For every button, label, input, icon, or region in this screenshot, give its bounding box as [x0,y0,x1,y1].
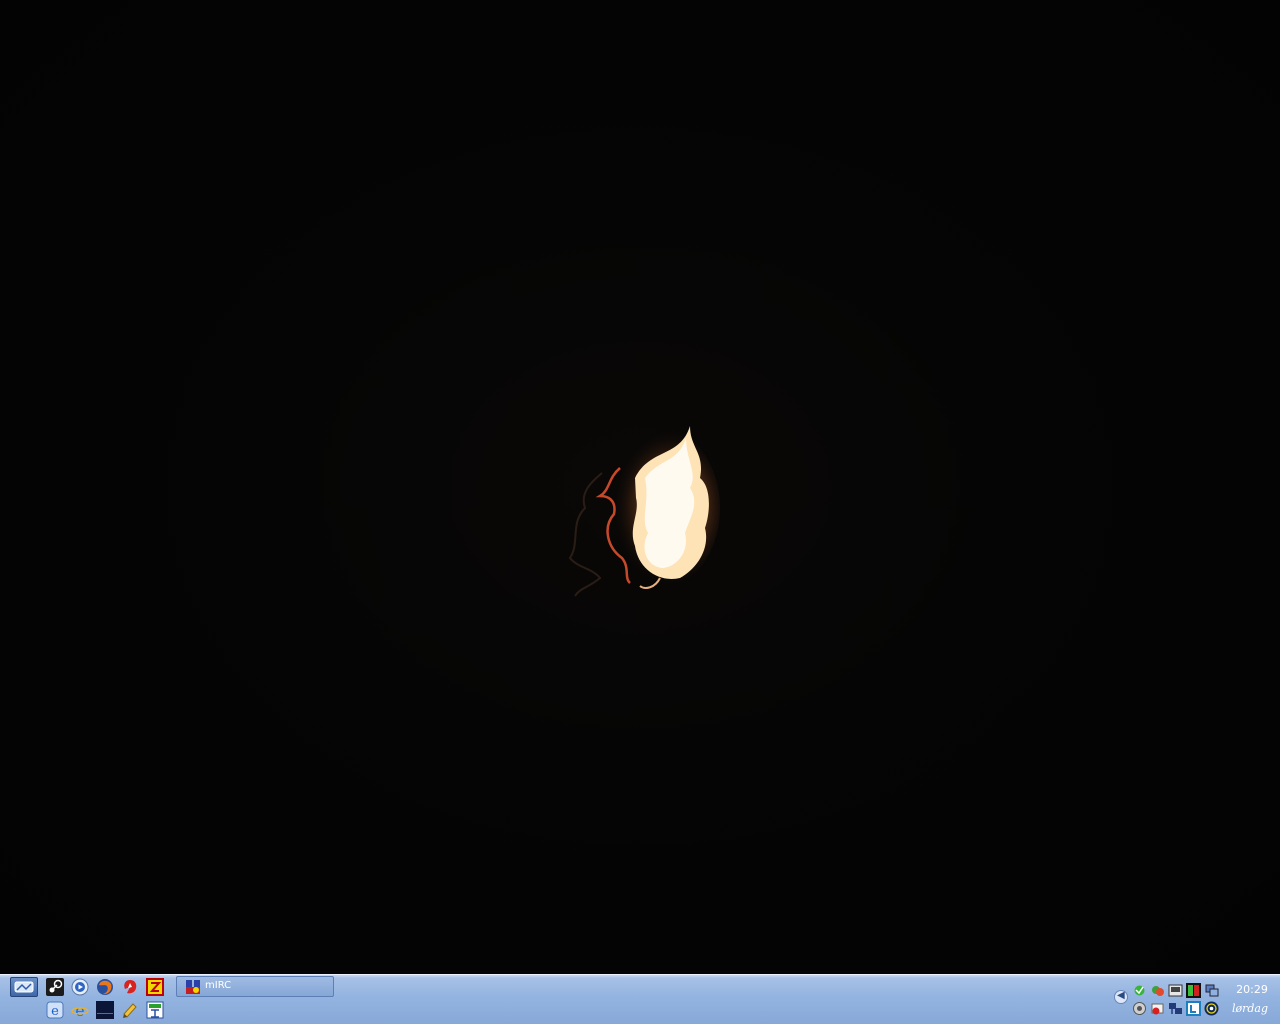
filezilla-launch-button[interactable] [146,978,164,996]
antivirus-icon [1151,1003,1164,1015]
network-icon [1134,985,1145,996]
show-desktop-icon [14,981,34,993]
ie-alt-launch-button[interactable]: e [71,1001,89,1019]
task-button-mirc[interactable]: mIRC [176,976,334,997]
internet-explorer-launch-button[interactable]: e [46,1001,64,1019]
notepad-icon [123,1003,137,1018]
winamp-icon [124,980,137,994]
svg-text:e: e [75,1001,84,1019]
tray-sound-button[interactable] [1168,983,1183,998]
tray-bluetooth-button[interactable] [1204,983,1219,998]
tray-speaker-button[interactable] [1132,1001,1147,1016]
sound-icon [1168,984,1183,997]
monitor-icon [1186,983,1201,998]
bluetooth-icon [1205,984,1219,997]
app-icon [146,1001,164,1019]
show-desktop-button[interactable] [10,977,38,997]
svg-text:e: e [51,1004,59,1019]
wifi-icon [1204,1001,1219,1016]
media-player-launch-button[interactable] [71,978,89,996]
tray-network-connection-button[interactable] [1168,1001,1183,1016]
internet-explorer-icon: e [46,1001,64,1019]
network-connection-icon [1169,1003,1182,1014]
l-app-icon [1186,1001,1201,1016]
wallpaper-flame-image [568,426,720,597]
task-button-label: mIRC [205,980,232,991]
tray-messenger-button[interactable] [1150,983,1165,998]
console-launch-button[interactable] [96,1001,114,1019]
mirc-icon [186,980,200,994]
steam-launch-button[interactable] [46,978,64,996]
app-launch-button[interactable] [146,1001,164,1019]
ie-alt-icon: e [71,1001,89,1019]
steam-icon [46,978,64,996]
notepad-launch-button[interactable] [121,1001,139,1019]
winamp-launch-button[interactable] [121,978,139,996]
taskbar: e e mIRC ◀ 20:29 lørdag [0,974,1280,1024]
tray-toggle-arrow-icon: ◀ [1117,990,1125,1001]
tray-antivirus-button[interactable] [1150,1001,1165,1016]
tray-wifi-button[interactable] [1204,1001,1219,1016]
tray-network-button[interactable] [1132,983,1147,998]
desktop[interactable] [0,0,1280,974]
show-hidden-icons-button[interactable]: ◀ [1114,990,1128,1004]
tray-l-app-button[interactable] [1186,1001,1201,1016]
firefox-launch-button[interactable] [96,978,114,996]
console-icon [96,1001,114,1019]
messenger-icon [1152,986,1164,996]
filezilla-icon [146,978,164,996]
clock-time[interactable]: 20:29 [1232,983,1272,996]
firefox-icon [97,979,113,995]
clock-day[interactable]: lørdag [1228,1002,1272,1015]
tray-monitor-button[interactable] [1186,983,1201,998]
media-player-icon [71,978,89,996]
speaker-icon [1133,1002,1146,1015]
